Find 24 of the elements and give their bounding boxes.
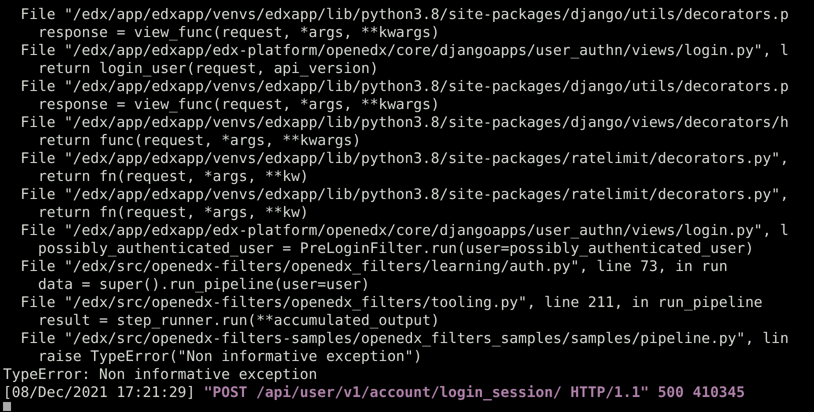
terminal-line: File "/edx/src/openedx-filters/openedx_filters/learning/auth.py", line 73, in run [20, 258, 728, 276]
terminal-line: return login_user(request, api_version) [38, 60, 378, 78]
log-timestamp: [08/Dec/2021 17:21:29] [3, 384, 196, 402]
terminal-line: File "/edx/app/edxapp/venvs/edxapp/lib/python3.8/site-packages/ratelimit/decorators.py", [20, 150, 789, 168]
terminal-line: File "/edx/src/openedx-filters/openedx_filters/tooling.py", line 211, in run_pipeline [20, 294, 763, 312]
terminal-cursor [3, 402, 11, 411]
terminal-line: File "/edx/app/edxapp/venvs/edxapp/lib/python3.8/site-packages/django/views/decorators/h [20, 114, 789, 132]
terminal-line: response = view_func(request, *args, **kwargs) [38, 96, 440, 114]
terminal-line: File "/edx/app/edxapp/venvs/edxapp/lib/python3.8/site-packages/django/utils/decorators.p [20, 6, 789, 24]
terminal-line: File "/edx/app/edxapp/edx-platform/openedx/core/djangoapps/user_authn/views/login.py", l [20, 42, 789, 60]
terminal-line: result = step_runner.run(**accumulated_output) [38, 312, 440, 330]
terminal-line: response = view_func(request, *args, **kwargs) [38, 24, 440, 42]
terminal-line: return fn(request, *args, **kw) [38, 204, 309, 222]
terminal-line: return func(request, *args, **kwargs) [38, 132, 362, 150]
terminal-line: raise TypeError("Non informative exception") [38, 348, 422, 366]
terminal-line: data = super().run_pipeline(user=user) [38, 276, 370, 294]
http-request: "POST /api/user/v1/account/login_session/ HTTP/1.1" 500 410345 [204, 384, 745, 402]
terminal-line: File "/edx/app/edxapp/edx-platform/openedx/core/djangoapps/user_authn/views/login.py", l [20, 222, 789, 240]
terminal-line: File "/edx/app/edxapp/venvs/edxapp/lib/python3.8/site-packages/django/utils/decorators.p [20, 78, 789, 96]
terminal-line: return fn(request, *args, **kw) [38, 168, 309, 186]
terminal-line: File "/edx/app/edxapp/venvs/edxapp/lib/python3.8/site-packages/ratelimit/decorators.py", [20, 186, 789, 204]
terminal-line: TypeError: Non informative exception [3, 366, 318, 384]
terminal-line: File "/edx/src/openedx-filters-samples/openedx_filters_samples/samples/pipeline.py", lin [20, 330, 789, 348]
terminal-line: possibly_authenticated_user = PreLoginFilter.run(user=possibly_authenticated_user) [38, 240, 754, 258]
